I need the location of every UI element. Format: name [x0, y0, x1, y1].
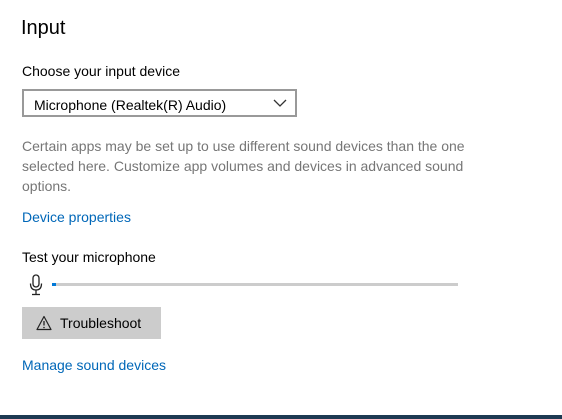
input-device-label: Choose your input device — [22, 63, 180, 79]
microphone-icon — [29, 274, 43, 296]
troubleshoot-button[interactable]: Troubleshoot — [22, 307, 161, 339]
microphone-level-fill — [52, 283, 56, 286]
section-title: Input — [21, 17, 66, 39]
sound-input-settings: Input Choose your input device Microphon… — [0, 0, 562, 419]
input-device-description: Certain apps may be set up to use differ… — [22, 138, 465, 194]
microphone-level-meter — [52, 283, 458, 286]
test-microphone-label: Test your microphone — [22, 249, 156, 265]
input-device-selected-value: Microphone (Realtek(R) Audio) — [34, 97, 227, 113]
warning-icon — [36, 315, 52, 331]
chevron-down-icon — [273, 99, 287, 107]
troubleshoot-label: Troubleshoot — [60, 315, 142, 331]
device-properties-link[interactable]: Device properties — [22, 209, 131, 225]
manage-sound-devices-link[interactable]: Manage sound devices — [22, 357, 166, 373]
window-bottom-edge — [0, 415, 562, 419]
input-device-dropdown[interactable]: Microphone (Realtek(R) Audio) — [22, 89, 297, 117]
